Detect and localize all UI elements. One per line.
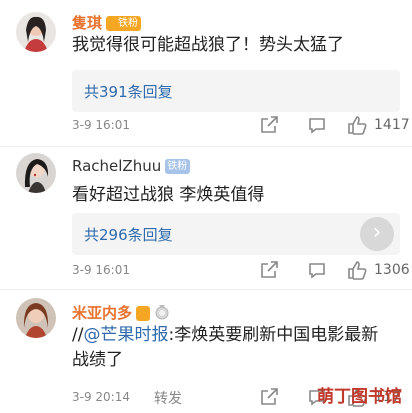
comment-item: RachelZhuu 铁粉 看好超过战狼 李焕英值得 共296条回复 › 3-9 … — [0, 146, 412, 289]
forward-link[interactable]: 转发 — [154, 388, 182, 408]
watermark-logo: 萌丁图书馆 — [317, 387, 402, 407]
chevron-right-icon[interactable]: › — [360, 217, 394, 251]
mention-link[interactable]: @芒果时报 — [83, 325, 168, 345]
author-name[interactable]: RachelZhuu — [72, 157, 161, 175]
fan-badge: ♛铁粉 — [106, 16, 141, 31]
comment-time: 3-9 20:14 — [72, 390, 130, 404]
author-name[interactable]: 隻琪 — [72, 14, 102, 32]
view-replies-link[interactable]: 共296条回复 — [84, 224, 173, 245]
share-icon[interactable] — [258, 259, 280, 281]
like-count: 1417 — [374, 117, 410, 133]
replies-box[interactable]: 共391条回复 — [72, 70, 400, 112]
view-replies-link[interactable]: 共391条回复 — [84, 81, 173, 102]
comment-icon[interactable] — [306, 114, 328, 136]
avatar[interactable] — [16, 298, 56, 338]
share-icon[interactable] — [258, 386, 280, 408]
comment-text: 看好超过战狼 李焕英值得 — [72, 185, 265, 205]
thumbs-up-icon[interactable] — [346, 114, 368, 136]
medal-icon — [154, 304, 170, 324]
comment-author[interactable]: 隻琪 ♛铁粉 — [72, 12, 141, 33]
avatar[interactable] — [16, 153, 56, 193]
avatar[interactable] — [16, 12, 56, 52]
replies-box[interactable]: 共296条回复 — [72, 213, 400, 255]
fan-badge: 铁粉 — [165, 159, 191, 174]
thumbs-up-icon[interactable] — [346, 259, 368, 281]
crown-icon: ♛ — [108, 18, 117, 29]
crown-icon: ♛ — [136, 306, 150, 321]
comment-time: 3-9 16:01 — [72, 263, 130, 277]
comment-text: 我觉得很可能超战狼了！势头太猛了 — [72, 35, 344, 55]
comment-icon[interactable] — [306, 259, 328, 281]
comment-author[interactable]: 米亚内多 ♛ — [72, 302, 170, 324]
comment-author[interactable]: RachelZhuu 铁粉 — [72, 157, 191, 175]
share-icon[interactable] — [258, 114, 280, 136]
comment-text: //@芒果时报:李焕英要刷新中国电影最新战绩了 — [72, 325, 379, 370]
comment-meta: 3-9 16:01 1306 — [72, 259, 412, 283]
author-name[interactable]: 米亚内多 — [72, 304, 132, 322]
comment-time: 3-9 16:01 — [72, 118, 130, 132]
comment-item: 隻琪 ♛铁粉 我觉得很可能超战狼了！势头太猛了 共391条回复 3-9 16:01… — [0, 0, 412, 146]
comment-meta: 3-9 16:01 1417 — [72, 114, 412, 138]
like-count: 1306 — [374, 262, 410, 278]
